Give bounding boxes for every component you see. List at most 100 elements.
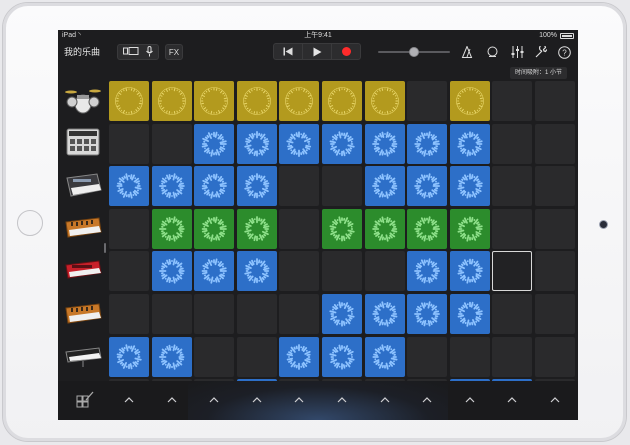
empty-cell[interactable]	[194, 336, 235, 377]
loop-cell-yellow[interactable]	[279, 81, 320, 121]
my-songs-button[interactable]: 我的乐曲	[64, 45, 100, 59]
track-header-synth-3[interactable]	[60, 252, 106, 292]
play-button[interactable]	[303, 44, 332, 59]
volume-knob[interactable]	[409, 47, 419, 57]
loop-cell-blue[interactable]	[449, 294, 490, 334]
loop-cell-green[interactable]	[407, 208, 448, 249]
edit-cells-icon[interactable]	[74, 389, 96, 411]
microphone-icon[interactable]	[146, 45, 153, 59]
loop-cell-yellow[interactable]	[236, 81, 277, 121]
empty-cell[interactable]	[109, 123, 149, 164]
loop-cell-blue[interactable]	[194, 166, 235, 207]
empty-cell[interactable]	[322, 166, 362, 207]
loop-cell-yellow[interactable]	[449, 81, 490, 121]
empty-cell[interactable]	[151, 123, 192, 164]
empty-cell[interactable]	[535, 123, 575, 164]
loop-cell-blue[interactable]	[236, 166, 277, 207]
loop-cell-yellow[interactable]	[364, 81, 405, 121]
empty-cell[interactable]	[492, 208, 533, 249]
empty-cell[interactable]	[279, 166, 320, 207]
empty-cell[interactable]	[492, 294, 533, 334]
empty-cell[interactable]	[535, 251, 575, 292]
loop-cell-blue[interactable]	[364, 294, 405, 334]
time-snap-button[interactable]: 时间吸附：1 小节	[510, 67, 568, 79]
loop-cell-yellow[interactable]	[151, 81, 192, 121]
column-trigger-button[interactable]	[365, 393, 405, 407]
loop-cell-blue[interactable]	[407, 251, 448, 292]
loop-cell-blue[interactable]	[109, 166, 149, 207]
loop-cell-yellow[interactable]	[322, 81, 362, 121]
loop-cell-blue[interactable]	[109, 336, 149, 377]
loop-cell-blue[interactable]	[322, 294, 362, 334]
metronome-icon[interactable]	[460, 45, 474, 59]
track-header-synth-4[interactable]	[60, 295, 106, 335]
track-header-drums[interactable]	[60, 82, 106, 122]
loop-cell-blue[interactable]	[364, 336, 405, 377]
column-trigger-button[interactable]	[109, 393, 149, 407]
loop-cell-blue[interactable]	[236, 123, 277, 164]
loop-cell-blue[interactable]	[407, 294, 448, 334]
empty-cell[interactable]	[535, 294, 575, 334]
column-trigger-button[interactable]	[407, 393, 447, 407]
empty-cell[interactable]	[492, 123, 533, 164]
loop-cell-green[interactable]	[236, 208, 277, 249]
loop-cell-blue[interactable]	[236, 251, 277, 292]
loop-cell-blue[interactable]	[194, 123, 235, 164]
loop-cell-blue[interactable]	[449, 123, 490, 164]
empty-cell[interactable]	[535, 208, 575, 249]
settings-wrench-icon[interactable]	[534, 45, 548, 59]
column-trigger-button[interactable]	[322, 393, 362, 407]
loop-cell-blue[interactable]	[449, 166, 490, 207]
empty-cell[interactable]	[492, 166, 533, 207]
master-volume-slider[interactable]	[378, 47, 450, 57]
loop-cell-yellow[interactable]	[109, 81, 149, 121]
loop-cell-green[interactable]	[449, 208, 490, 249]
mixer-icon[interactable]	[510, 45, 524, 59]
empty-cell[interactable]	[492, 251, 533, 292]
empty-cell[interactable]	[492, 81, 533, 121]
column-trigger-button[interactable]	[450, 393, 490, 407]
track-header-piano[interactable]	[60, 338, 106, 378]
empty-cell[interactable]	[449, 336, 490, 377]
loop-cell-blue[interactable]	[407, 123, 448, 164]
track-header-synth-2[interactable]	[60, 210, 106, 250]
column-trigger-button[interactable]	[237, 393, 277, 407]
loop-cell-blue[interactable]	[279, 336, 320, 377]
column-trigger-button[interactable]	[492, 393, 532, 407]
browser-toggle-icon[interactable]	[123, 47, 139, 57]
empty-cell[interactable]	[407, 81, 448, 121]
loop-cell-blue[interactable]	[151, 166, 192, 207]
empty-cell[interactable]	[279, 208, 320, 249]
loop-cell-blue[interactable]	[279, 123, 320, 164]
track-header-beat-sequencer[interactable]	[60, 125, 106, 165]
loop-cell-blue[interactable]	[364, 166, 405, 207]
empty-cell[interactable]	[109, 294, 149, 334]
track-header-synth-1[interactable]	[60, 167, 106, 207]
empty-cell[interactable]	[492, 336, 533, 377]
column-trigger-button[interactable]	[535, 393, 575, 407]
column-trigger-button[interactable]	[152, 393, 192, 407]
column-trigger-button[interactable]	[279, 393, 319, 407]
empty-cell[interactable]	[407, 336, 448, 377]
empty-cell[interactable]	[109, 208, 149, 249]
loop-cell-green[interactable]	[194, 208, 235, 249]
empty-cell[interactable]	[194, 294, 235, 334]
empty-cell[interactable]	[535, 81, 575, 121]
loop-cell-yellow[interactable]	[194, 81, 235, 121]
empty-cell[interactable]	[322, 251, 362, 292]
loop-cell-blue[interactable]	[407, 166, 448, 207]
loop-cell-blue[interactable]	[194, 251, 235, 292]
column-trigger-button[interactable]	[194, 393, 234, 407]
fx-button[interactable]: FX	[165, 44, 183, 60]
empty-cell[interactable]	[279, 294, 320, 334]
loop-icon[interactable]	[485, 45, 499, 59]
empty-cell[interactable]	[151, 294, 192, 334]
empty-cell[interactable]	[535, 166, 575, 207]
record-button[interactable]	[332, 44, 360, 59]
rewind-button[interactable]	[274, 44, 303, 59]
loop-cell-green[interactable]	[322, 208, 362, 249]
loop-cell-blue[interactable]	[364, 123, 405, 164]
empty-cell[interactable]	[364, 251, 405, 292]
loop-cell-green[interactable]	[151, 208, 192, 249]
empty-cell[interactable]	[109, 251, 149, 292]
